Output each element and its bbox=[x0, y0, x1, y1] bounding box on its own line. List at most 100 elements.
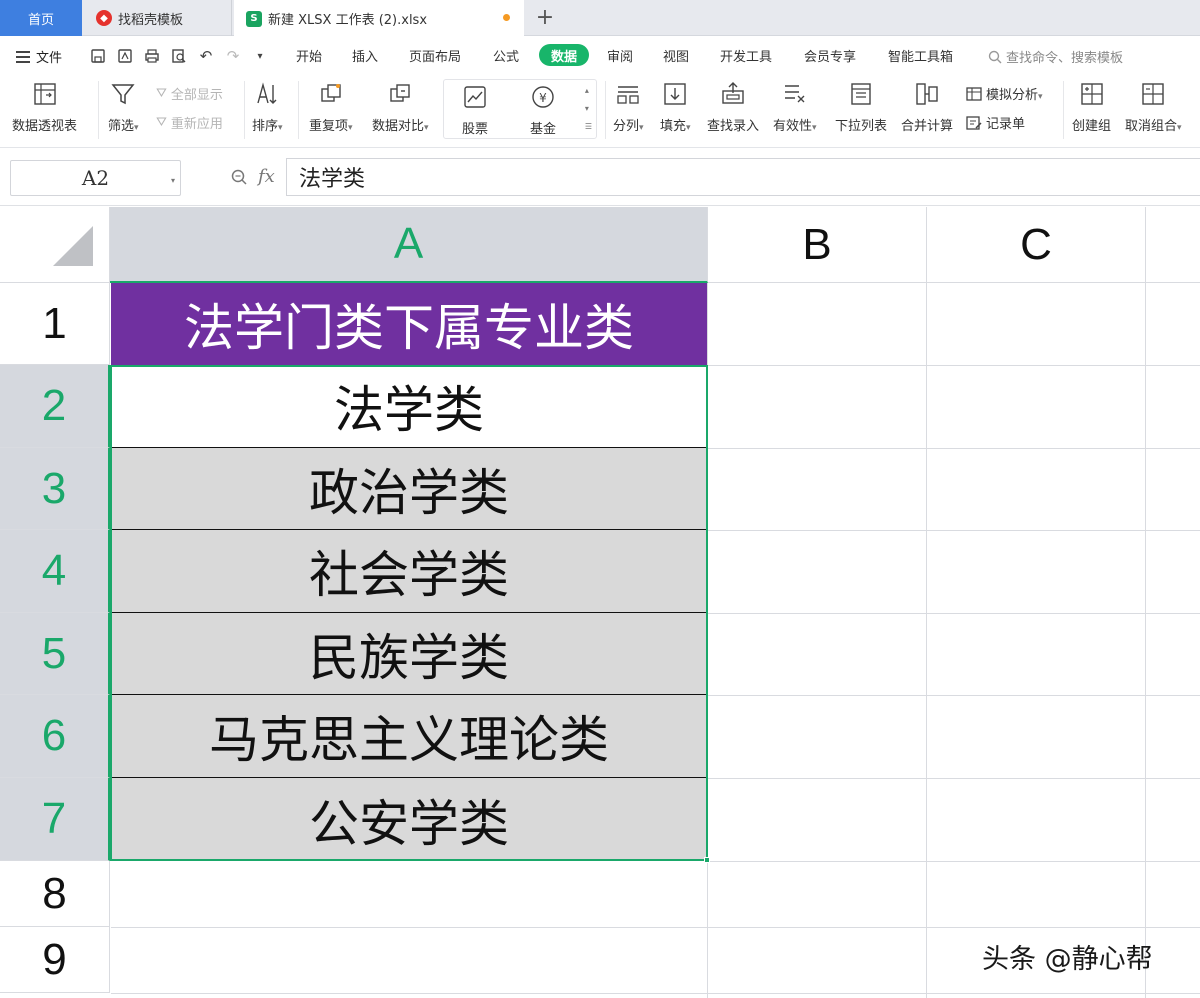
insert-function-icon[interactable]: fx bbox=[258, 166, 275, 187]
data-compare-label: 数据对比▾ bbox=[372, 119, 429, 134]
lookup-entry-label: 查找录入 bbox=[707, 119, 760, 134]
new-tab-button[interactable]: + bbox=[534, 4, 556, 30]
print-preview-icon[interactable] bbox=[169, 46, 189, 66]
export-pdf-icon[interactable] bbox=[115, 46, 135, 66]
tab-smart-toolbox[interactable]: 智能工具箱 bbox=[888, 46, 953, 68]
tab-data[interactable]: 数据 bbox=[539, 44, 590, 66]
what-if-button[interactable]: 模拟分析▾ bbox=[966, 84, 1043, 103]
column-header-b[interactable]: B bbox=[708, 207, 927, 283]
column-header-d[interactable] bbox=[1146, 207, 1200, 283]
unsaved-dot-icon[interactable] bbox=[503, 14, 510, 21]
stocks-button[interactable]: 股票 bbox=[460, 82, 490, 137]
save-icon[interactable] bbox=[88, 46, 108, 66]
record-form-button[interactable]: 记录单 bbox=[966, 113, 1025, 132]
consolidate-label: 合并计算 bbox=[901, 119, 954, 134]
what-if-label: 模拟分析▾ bbox=[986, 88, 1043, 103]
cell-a6[interactable]: 马克思主义理论类 bbox=[111, 695, 707, 778]
tab-review[interactable]: 审阅 bbox=[607, 46, 633, 68]
funds-label: 基金 bbox=[529, 122, 556, 137]
row-header-3[interactable]: 3 bbox=[0, 448, 110, 530]
duplicates-button[interactable]: 重复项▾ bbox=[309, 79, 353, 134]
ungroup-button[interactable]: 取消组合▾ bbox=[1125, 79, 1182, 134]
tab-formulas[interactable]: 公式 bbox=[493, 46, 519, 68]
funds-button[interactable]: ¥ 基金 bbox=[528, 82, 558, 137]
name-box-dropdown-icon[interactable]: ▾ bbox=[171, 176, 175, 185]
gridline bbox=[707, 695, 1200, 696]
filter-label: 筛选▾ bbox=[108, 119, 139, 134]
row-header-9[interactable]: 9 bbox=[0, 927, 110, 993]
row-header-6[interactable]: 6 bbox=[0, 695, 110, 778]
hamburger-icon bbox=[16, 50, 30, 63]
filter-icon bbox=[108, 79, 138, 109]
redo-icon[interactable]: ↷ bbox=[223, 46, 243, 66]
print-icon[interactable] bbox=[142, 46, 162, 66]
reapply-label: 重新应用 bbox=[170, 117, 223, 132]
svg-text:¥: ¥ bbox=[539, 91, 547, 105]
gridline bbox=[1145, 283, 1146, 998]
row-header-5[interactable]: 5 bbox=[0, 613, 110, 695]
tab-home[interactable]: 首页 bbox=[0, 0, 82, 36]
data-compare-button[interactable]: 数据对比▾ bbox=[372, 79, 429, 134]
column-header-a[interactable]: A bbox=[110, 207, 708, 283]
cell-a3[interactable]: 政治学类 bbox=[111, 448, 707, 530]
tab-developer[interactable]: 开发工具 bbox=[720, 46, 772, 68]
validity-button[interactable]: 有效性▾ bbox=[773, 79, 817, 134]
tab-template[interactable]: ◆ 找稻壳模板 bbox=[84, 0, 232, 36]
file-menu-button[interactable]: 文件 bbox=[16, 47, 62, 66]
tab-view[interactable]: 视图 bbox=[663, 46, 689, 68]
sort-icon bbox=[252, 79, 282, 109]
show-all-icon: ⛛ bbox=[156, 86, 167, 101]
name-box[interactable]: A2 ▾ bbox=[10, 160, 181, 196]
daoke-logo-icon: ◆ bbox=[96, 10, 112, 26]
dropdown-list-button[interactable]: 下拉列表 bbox=[835, 79, 887, 134]
consolidate-button[interactable]: 合并计算 bbox=[901, 79, 953, 134]
filter-button[interactable]: 筛选▾ bbox=[108, 79, 139, 134]
cell-a4[interactable]: 社会学类 bbox=[111, 530, 707, 613]
fill-button[interactable]: 填充▾ bbox=[660, 79, 691, 134]
zoom-search-icon[interactable] bbox=[230, 168, 248, 186]
pivot-table-label: 数据透视表 bbox=[12, 119, 78, 134]
row-header-2[interactable]: 2 bbox=[0, 365, 110, 448]
create-group-button[interactable]: 创建组 bbox=[1072, 79, 1111, 134]
sort-button[interactable]: 排序▾ bbox=[252, 79, 283, 134]
pivot-table-button[interactable]: 数据透视表 bbox=[12, 79, 77, 134]
fill-down-icon bbox=[660, 79, 690, 109]
dropdown-list-icon bbox=[846, 79, 876, 109]
validity-label: 有效性▾ bbox=[773, 119, 817, 134]
select-all-button[interactable] bbox=[0, 207, 110, 283]
cell-a2[interactable]: 法学类 bbox=[111, 365, 707, 448]
gridline bbox=[926, 283, 927, 998]
row-header-4[interactable]: 4 bbox=[0, 530, 110, 613]
tab-file[interactable]: S 新建 XLSX 工作表 (2).xlsx bbox=[234, 0, 524, 37]
gallery-scroll-icon[interactable]: ▴ ▾ ☰ bbox=[585, 82, 592, 136]
sort-label: 排序▾ bbox=[252, 119, 283, 134]
reapply-button[interactable]: ⛛ 重新应用 bbox=[156, 113, 223, 132]
row-header-7[interactable]: 7 bbox=[0, 778, 110, 861]
select-all-icon bbox=[53, 226, 93, 266]
command-search[interactable]: 查找命令、搜索模板 bbox=[988, 47, 1123, 66]
quick-access-more-icon[interactable]: ▾ bbox=[250, 46, 270, 66]
record-form-label: 记录单 bbox=[986, 117, 1026, 132]
tab-member[interactable]: 会员专享 bbox=[804, 46, 856, 68]
tab-file-label: 新建 XLSX 工作表 (2).xlsx bbox=[268, 13, 428, 28]
command-search-placeholder: 查找命令、搜索模板 bbox=[1006, 51, 1124, 66]
tab-insert[interactable]: 插入 bbox=[352, 46, 378, 68]
gridline bbox=[707, 778, 1200, 779]
formula-input[interactable]: 法学类 bbox=[286, 158, 1200, 196]
lookup-entry-button[interactable]: 查找录入 bbox=[707, 79, 759, 134]
cell-a5[interactable]: 民族学类 bbox=[111, 613, 707, 695]
tab-page-layout[interactable]: 页面布局 bbox=[409, 46, 461, 68]
fill-handle[interactable] bbox=[704, 857, 710, 863]
spreadsheet-grid: A B C 1 2 3 4 5 6 7 8 9 法学门类下属专业类 法学类 政治… bbox=[0, 207, 1200, 998]
show-all-button[interactable]: ⛛ 全部显示 bbox=[156, 84, 223, 103]
column-header-c[interactable]: C bbox=[927, 207, 1146, 283]
split-column-button[interactable]: 分列▾ bbox=[613, 79, 644, 134]
row-header-8[interactable]: 8 bbox=[0, 861, 110, 927]
tab-start[interactable]: 开始 bbox=[296, 46, 322, 68]
cell-a1[interactable]: 法学门类下属专业类 bbox=[111, 283, 707, 365]
row-header-1[interactable]: 1 bbox=[0, 283, 110, 365]
cell-a7[interactable]: 公安学类 bbox=[111, 778, 707, 861]
undo-icon[interactable]: ↶ bbox=[196, 46, 216, 66]
window-tab-bar: 首页 ◆ 找稻壳模板 S 新建 XLSX 工作表 (2).xlsx + bbox=[0, 0, 1200, 37]
yen-coin-icon: ¥ bbox=[528, 82, 558, 112]
